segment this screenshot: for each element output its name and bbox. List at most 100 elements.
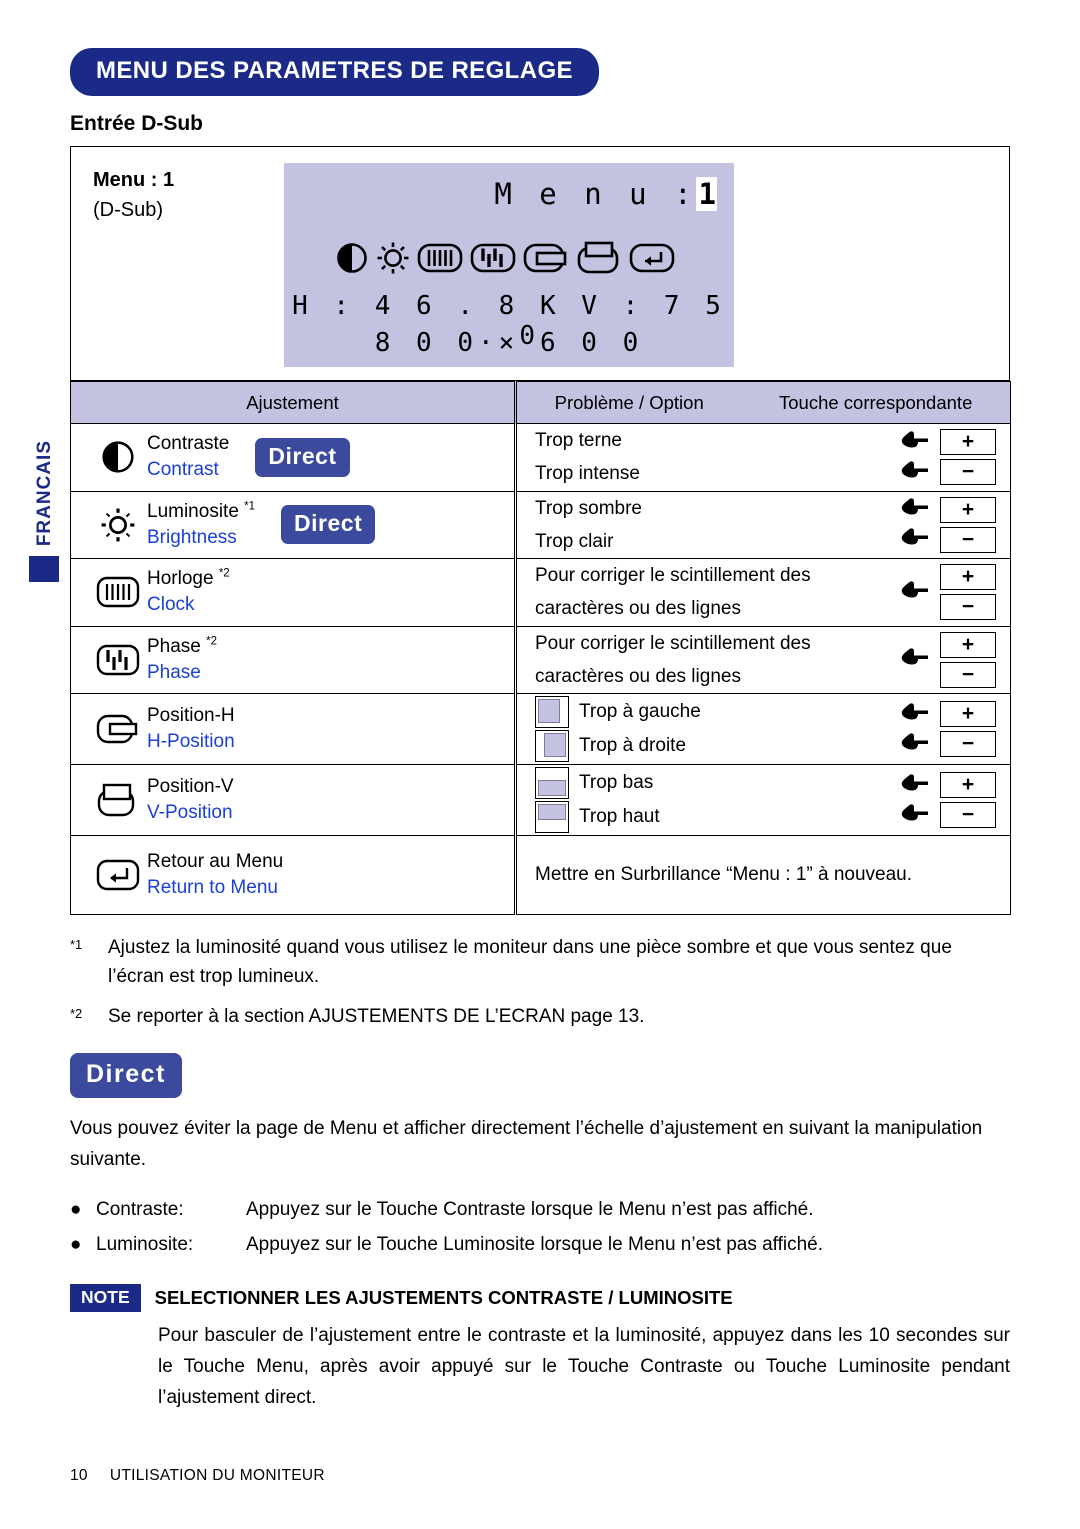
note-title: SELECTIONNER LES AJUSTEMENTS CONTRASTE /…: [154, 1287, 733, 1309]
problem-text: Mettre en Surbrillance “Menu : 1” à nouv…: [535, 864, 913, 886]
pointer-hand-icon: [901, 702, 929, 727]
problem-cell-h-position: Trop à gauche Trop à droite + −: [514, 693, 1011, 765]
page-number: 10: [70, 1467, 88, 1484]
osd-menu-text: M e n u :: [494, 177, 697, 211]
table-row: Phase *2 Phase Pour corriger le scintill…: [70, 625, 1011, 694]
contrast-icon: [335, 241, 369, 279]
problem-cell-return: Mettre en Surbrillance “Menu : 1” à nouv…: [514, 835, 1011, 915]
list-item: ● Contraste: Appuyez sur le Touche Contr…: [70, 1192, 1010, 1227]
footnotes: *1 Ajustez la luminosité quand vous util…: [70, 933, 1010, 1031]
footer-section-label: UTILISATION DU MONITEUR: [109, 1467, 325, 1484]
table-row: Position-V V-Position Trop bas Trop haut…: [70, 764, 1011, 836]
adjustment-cell-h-position: Position-H H-Position: [70, 693, 516, 765]
direct-badge[interactable]: Direct: [281, 505, 376, 545]
plus-key-button[interactable]: +: [940, 564, 996, 591]
minus-key-button[interactable]: −: [940, 802, 996, 828]
pointer-hand-icon: [901, 773, 929, 798]
v-position-icon: [576, 241, 622, 279]
row-label-en: Contrast: [147, 459, 219, 481]
pointer-hand-icon: [901, 647, 929, 672]
page-footer: 10 UTILISATION DU MONITEUR: [70, 1467, 325, 1485]
problem-cell-phase: Pour corriger le scintillement des carac…: [514, 625, 1011, 694]
pointer-hand-icon: [901, 803, 929, 828]
problem-text: Trop sombre: [535, 497, 642, 519]
preview-box-left-icon: [535, 696, 569, 728]
osd-preview-box: Menu : 1 (D-Sub) M e n u :1 H: 4 6 . 8 …: [70, 146, 1010, 381]
pointer-hand-icon: [901, 430, 929, 455]
minus-key-button[interactable]: −: [940, 731, 996, 757]
phase-icon: [89, 642, 147, 678]
table-header-row: Ajustement Problème / Option Touche corr…: [70, 381, 1011, 424]
brightness-icon: [89, 507, 147, 543]
adjustment-table: Ajustement Problème / Option Touche corr…: [70, 381, 1011, 915]
preview-box-top-icon: [535, 801, 569, 833]
adjustment-cell-v-position: Position-V V-Position: [70, 764, 516, 836]
h-position-icon: [89, 711, 147, 747]
footnote-text: Ajustez la luminosité quand vous utilise…: [108, 937, 952, 988]
row-label-fr: Position-V: [147, 775, 234, 797]
row-label-en: Phase: [147, 661, 201, 683]
table-row: Position-H H-Position Trop à gauche Trop…: [70, 693, 1011, 765]
osd-icon-row: [284, 241, 726, 279]
footnote-marker: *2: [218, 567, 230, 580]
return-icon: [89, 857, 147, 893]
problem-cell-brightness: Trop sombre Trop clair + −: [514, 490, 1011, 559]
footnote-marker: *1: [70, 937, 83, 952]
footnote-marker: *2: [70, 1005, 83, 1021]
header-problem: Problème / Option: [554, 391, 704, 413]
preview-box-bottom-icon: [535, 767, 569, 799]
osd-left-label-line2: (D-Sub): [93, 199, 164, 221]
bullet-text: Appuyez sur le Touche Luminosite lorsque…: [246, 1233, 824, 1255]
row-label-fr: Contraste: [147, 433, 230, 455]
minus-key-button[interactable]: −: [940, 594, 996, 621]
plus-key-button[interactable]: +: [940, 772, 996, 798]
return-icon: [629, 241, 675, 279]
clock-icon: [417, 241, 463, 279]
problem-text: Pour corriger le scintillement des: [535, 632, 811, 654]
problem-text: Trop haut: [579, 806, 660, 828]
osd-menu-value: 1: [695, 177, 717, 211]
direct-badge[interactable]: Direct: [255, 437, 350, 477]
footnote-marker: *2: [206, 635, 218, 648]
minus-key-button[interactable]: −: [940, 661, 996, 688]
footnote-2: *2 Se reporter à la section AJUSTEMENTS …: [70, 1002, 1010, 1031]
minus-key-button[interactable]: −: [940, 526, 996, 553]
adjustment-cell-clock: Horloge *2 Clock: [70, 558, 516, 627]
problem-text: Trop terne: [535, 430, 622, 451]
bullet-text: Appuyez sur le Touche Contraste lorsque …: [246, 1198, 814, 1220]
header-adjustment: Ajustement: [70, 381, 516, 424]
plus-key-button[interactable]: +: [940, 631, 996, 658]
v-position-icon: [89, 782, 147, 818]
list-item: ● Luminosite: Appuyez sur le Touche Lumi…: [70, 1227, 1010, 1262]
problem-text: Trop clair: [535, 530, 614, 552]
phase-icon: [470, 241, 516, 279]
adjustment-cell-return: Retour au Menu Return to Menu: [70, 835, 516, 915]
pointer-hand-icon: [901, 460, 929, 485]
problem-text: Trop à droite: [579, 735, 687, 757]
problem-text: Trop intense: [535, 463, 640, 485]
table-row: Horloge *2 Clock Pour corriger le scinti…: [70, 558, 1011, 627]
problem-cell-contrast: Trop terne Trop intense + −: [514, 423, 1011, 492]
language-tab-label: FRANCAIS: [33, 440, 55, 547]
osd-screen: M e n u :1 H: 4 6 . 8 K V: 7 5 . 0 8 0…: [284, 163, 734, 367]
osd-resolution-readout: 8 0 0 × 6 0 0: [374, 328, 644, 358]
plus-key-button[interactable]: +: [940, 701, 996, 727]
plus-key-button[interactable]: +: [940, 429, 996, 456]
note-body: Pour basculer de l’ajustement entre le c…: [158, 1325, 1010, 1408]
bullet-label: Luminosite:: [96, 1233, 194, 1255]
bullet-dot-icon: ●: [70, 1233, 82, 1255]
problem-text: Trop bas: [579, 772, 654, 794]
row-label-fr: Phase *2: [147, 635, 218, 657]
adjustment-cell-contrast: Contraste Contrast Direct: [70, 423, 516, 492]
row-label-en: Return to Menu: [147, 877, 278, 898]
brightness-icon: [376, 241, 410, 279]
header-problem-key: Problème / Option Touche correspondante: [514, 381, 1011, 424]
problem-text: caractères ou des lignes: [535, 598, 741, 620]
bullet-label: Contraste:: [96, 1198, 184, 1220]
minus-key-button[interactable]: −: [940, 459, 996, 486]
row-label-fr: Position-H: [147, 704, 235, 726]
plus-key-button[interactable]: +: [940, 496, 996, 523]
contrast-icon: [89, 439, 147, 475]
problem-text: caractères ou des lignes: [535, 665, 741, 687]
adjustment-cell-brightness: Luminosite *1 Brightness Direct: [70, 490, 516, 559]
